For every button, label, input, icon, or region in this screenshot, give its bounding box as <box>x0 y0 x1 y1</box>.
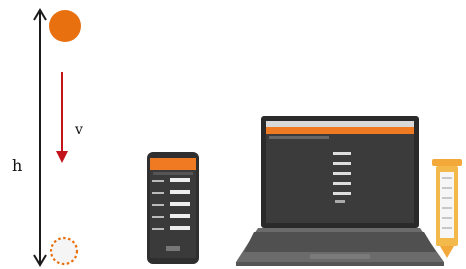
height-axis <box>33 8 47 267</box>
ball-icon <box>49 10 81 42</box>
ball-ghost-icon <box>49 236 79 266</box>
experiment-scene <box>33 8 462 267</box>
height-label: h <box>12 156 23 175</box>
velocity-label: v <box>75 122 83 138</box>
laptop-icon <box>236 116 444 266</box>
velocity-arrow <box>56 72 68 163</box>
sensor-icon <box>432 159 462 258</box>
phone-icon <box>147 152 199 264</box>
